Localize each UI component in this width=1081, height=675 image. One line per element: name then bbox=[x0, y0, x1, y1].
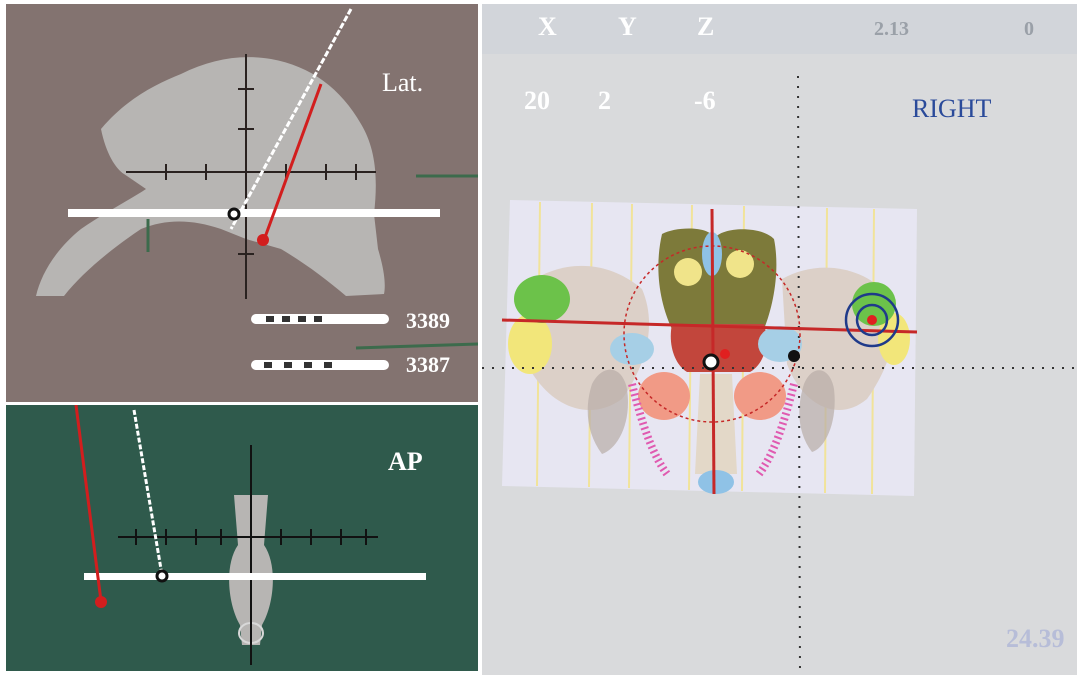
ap-view-label: AP bbox=[388, 447, 423, 476]
ap-red-target bbox=[95, 596, 107, 608]
readout-bottom-right: 24.39 bbox=[1006, 624, 1065, 653]
electrode-3389-label: 3389 bbox=[406, 308, 450, 333]
ap-black-target bbox=[155, 569, 169, 583]
hemisphere-label: RIGHT bbox=[912, 94, 992, 123]
electrode-3389-glyph bbox=[251, 314, 389, 324]
ap-white-trajectory bbox=[132, 409, 164, 576]
axis-label-y: Y bbox=[618, 12, 637, 41]
atlas-blue-left bbox=[610, 333, 654, 365]
axis-label-x: X bbox=[538, 12, 557, 41]
readout-top-right: 0 bbox=[1024, 18, 1034, 40]
ap-reference-bar bbox=[84, 573, 426, 580]
lat-red-target bbox=[257, 234, 269, 246]
atlas-salmon-left bbox=[638, 372, 690, 420]
atlas-left-green bbox=[514, 275, 570, 323]
atlas-left-contact bbox=[702, 353, 720, 371]
lat-reference-bar bbox=[68, 209, 440, 217]
readout-top-left: 2.13 bbox=[874, 18, 909, 40]
ap-red-trajectory bbox=[74, 405, 103, 602]
atlas-olive-spot-1 bbox=[674, 258, 702, 286]
atlas-stem-blue bbox=[698, 470, 734, 494]
atlas-panel[interactable]: X Y Z 2.13 0 20 2 -6 RIGHT 24.39 bbox=[482, 4, 1077, 675]
atlas-red-crosshair-v bbox=[710, 208, 716, 495]
axis-label-z: Z bbox=[697, 12, 715, 41]
electrode-3387-label: 3387 bbox=[406, 352, 450, 377]
atlas-left-yellow bbox=[508, 314, 552, 374]
ap-view-panel[interactable]: AP bbox=[6, 405, 478, 671]
coordinate-value-x[interactable]: 20 bbox=[524, 86, 550, 116]
lateral-view-panel[interactable]: Lat. 3389 3387 bbox=[6, 4, 478, 402]
ap-view-canvas bbox=[74, 405, 426, 665]
electrode-3387-glyph bbox=[251, 360, 389, 370]
atlas-right-contact bbox=[788, 350, 800, 362]
lateral-view-label: Lat. bbox=[382, 68, 424, 97]
lateral-view-canvas bbox=[36, 8, 478, 370]
coordinate-value-z[interactable]: -6 bbox=[694, 86, 716, 116]
atlas-right-target-dot bbox=[867, 315, 877, 325]
atlas-left-contact-red bbox=[720, 349, 730, 359]
coordinate-value-y[interactable]: 2 bbox=[598, 86, 611, 116]
lat-black-target bbox=[227, 207, 241, 221]
lat-green-marker-2 bbox=[355, 342, 478, 350]
sagittal-silhouette bbox=[36, 57, 385, 296]
atlas-stem bbox=[695, 374, 737, 474]
atlas-salmon-right bbox=[734, 372, 786, 420]
